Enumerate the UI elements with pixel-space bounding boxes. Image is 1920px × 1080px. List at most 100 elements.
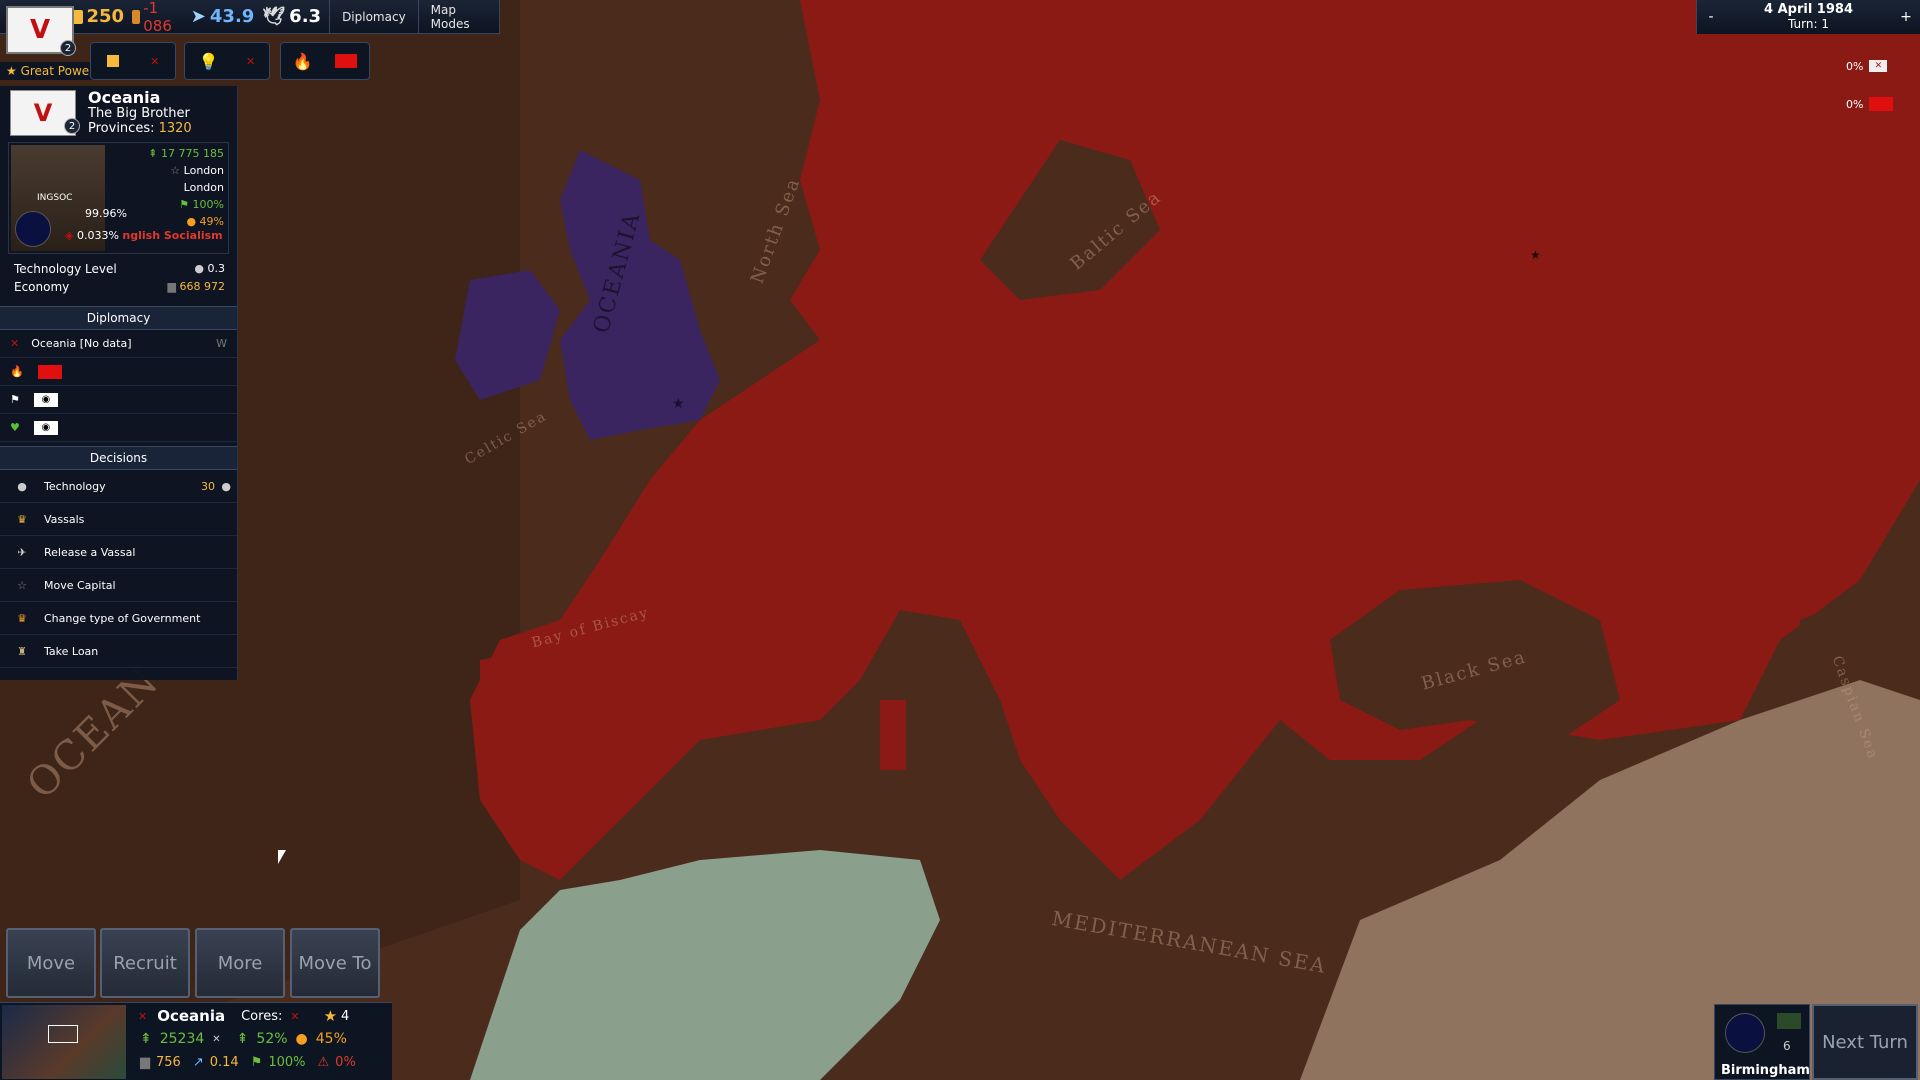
minor-flag-icon: ◈ xyxy=(65,229,74,242)
tech-level-value: 0.3 xyxy=(207,262,226,275)
population-value: 17 775 185 xyxy=(161,147,224,160)
stability-value: 100% xyxy=(192,198,224,211)
income-icon xyxy=(132,9,141,24)
diplomacy-row-label: Oceania [No data] xyxy=(31,337,132,350)
province-stars: 4 xyxy=(341,1008,350,1024)
province-pop: 25234 xyxy=(159,1031,205,1047)
ideology-circle xyxy=(15,211,51,247)
factory-icon: ▆ xyxy=(167,280,176,293)
move-to-button[interactable]: Move To xyxy=(290,928,380,998)
diplomacy-row-war[interactable]: 🔥 xyxy=(0,358,237,386)
war-score-row-1[interactable]: 0% ✕ xyxy=(1846,56,1920,76)
dove-icon: ✈ xyxy=(17,545,27,559)
tax-icon: ↗ xyxy=(192,1055,204,1070)
date-panel: - 4 April 1984 Turn: 1 + xyxy=(1696,0,1920,34)
economy-label: Economy xyxy=(14,280,70,294)
peace-stat[interactable]: 🕊 6.3 xyxy=(262,6,321,27)
diplomacy-row-alliance[interactable]: ⚑ ◉ xyxy=(0,386,237,414)
move-button[interactable]: Move xyxy=(6,928,96,998)
map-modes-button[interactable]: Map Modes xyxy=(417,0,500,34)
decision-take-loan[interactable]: ♜ Take Loan xyxy=(0,635,237,668)
decision-label: Change type of Government xyxy=(44,611,201,625)
diplomacy-button[interactable]: Diplomacy xyxy=(329,0,418,34)
city-name: Birmingham xyxy=(1721,1063,1810,1078)
gold-resource[interactable]: 250 xyxy=(69,6,124,27)
war-score-pct: 0% xyxy=(1846,59,1864,73)
capital-star-icon[interactable]: ★ xyxy=(672,396,685,412)
city-count: 6 xyxy=(1783,1039,1791,1053)
enemy-flag-icon xyxy=(37,364,62,379)
population-icon: ⇞ xyxy=(140,1031,152,1047)
tech-level-label: Technology Level xyxy=(14,262,117,276)
quick-economy-button[interactable]: ✕ xyxy=(90,42,176,80)
gold-value: 250 xyxy=(86,6,125,27)
city-name: London xyxy=(183,181,224,194)
quick-tech-button[interactable]: 💡 ✕ xyxy=(184,42,270,80)
province-tax: 0.14 xyxy=(209,1055,239,1070)
military-stat[interactable]: ➤ 43.9 xyxy=(191,6,255,27)
province-country: Oceania xyxy=(157,1007,226,1025)
fire-icon: 🔥 xyxy=(292,51,313,71)
country-name: Oceania xyxy=(88,88,161,107)
province-happy: 45% xyxy=(315,1031,347,1047)
minor-share: 0.033% xyxy=(76,229,119,242)
speed-plus-button[interactable]: + xyxy=(1892,9,1920,25)
ideology-share: 99.96% xyxy=(85,207,127,220)
next-turn-button[interactable]: Next Turn xyxy=(1812,1004,1918,1080)
province-stability: 100% xyxy=(268,1055,306,1070)
gold-delta[interactable]: -1 086 xyxy=(132,0,183,35)
coins-icon xyxy=(106,55,119,67)
flag-icon: ✕ xyxy=(212,1033,221,1045)
diplomacy-row-oceania[interactable]: ✕ Oceania [No data] W xyxy=(0,330,237,358)
decision-vassals[interactable]: ♛ Vassals xyxy=(0,503,237,536)
province-growth: 52% xyxy=(256,1031,288,1047)
quick-war-button[interactable]: 🔥 xyxy=(280,42,370,80)
decision-label: Release a Vassal xyxy=(44,545,136,559)
sort-icon[interactable]: W xyxy=(216,337,227,350)
recruit-button[interactable]: Recruit xyxy=(100,928,190,998)
plane-icon: ➤ xyxy=(190,6,206,27)
crown-icon: ♛ xyxy=(17,512,27,526)
great-power-badge: ★ Great Power xyxy=(0,62,102,80)
war-score-row-2[interactable]: 0% xyxy=(1846,94,1920,114)
unrest-icon: ⚠ xyxy=(317,1055,330,1070)
moneybag-icon: ♜ xyxy=(17,644,27,658)
enemy-flag-icon xyxy=(1869,97,1894,111)
world-map[interactable] xyxy=(0,0,1920,1080)
oceania-flag-icon: ✕ xyxy=(138,1009,148,1023)
diplomacy-row-friends[interactable]: ♥ ◉ xyxy=(0,414,237,442)
decision-technology[interactable]: ● Technology 30 ● xyxy=(0,470,237,503)
provinces-value: 1320 xyxy=(158,121,192,136)
province-industry: 756 xyxy=(156,1055,181,1070)
flag-icon: ✕ xyxy=(150,54,160,68)
happiness-icon: ● xyxy=(186,215,197,228)
heart-icon: ♥ xyxy=(10,421,20,434)
minimap-viewport[interactable] xyxy=(48,1025,78,1043)
top-resource-bar: 250 -1 086 ➤ 43.9 🕊 6.3 Diplomacy Map Mo… xyxy=(0,0,500,35)
decision-label: Technology xyxy=(44,479,106,493)
decision-release-vassal[interactable]: ✈ Release a Vassal xyxy=(0,536,237,569)
city-ideology-circle xyxy=(1725,1013,1765,1053)
economy-value: 668 972 xyxy=(179,280,226,293)
decision-label: Move Capital xyxy=(44,578,116,592)
crown-icon: ♛ xyxy=(17,611,27,625)
oceania-flag-icon: ✕ xyxy=(1869,60,1888,72)
more-button[interactable]: More xyxy=(195,928,285,998)
decision-government[interactable]: ♛ Change type of Government xyxy=(0,602,237,635)
selected-city-panel[interactable]: 6 Birmingham xyxy=(1714,1004,1810,1080)
province-unrest: 0% xyxy=(335,1055,356,1070)
minimap[interactable] xyxy=(2,1005,126,1079)
flag-icon: ✕ xyxy=(246,54,256,68)
ideology-name: nglish Socialism xyxy=(122,229,223,242)
speed-minus-button[interactable]: - xyxy=(1697,9,1725,25)
province-info-panel: ✕ Oceania Cores: ✕ ★ 4 ⇞ 25234 ✕ ⇞ 52% ●… xyxy=(0,1002,392,1080)
star-icon: ☆ xyxy=(17,578,27,592)
country-title: The Big Brother xyxy=(88,106,190,121)
capital-icon: ☆ xyxy=(170,164,181,177)
capital-name: London xyxy=(183,164,224,177)
decision-move-capital[interactable]: ☆ Move Capital xyxy=(0,569,237,602)
current-turn: Turn: 1 xyxy=(1788,17,1829,31)
city-star-icon[interactable]: ★ xyxy=(1530,248,1541,262)
city-icon xyxy=(1777,1013,1801,1029)
decision-tech-cost: 30 xyxy=(201,479,215,493)
